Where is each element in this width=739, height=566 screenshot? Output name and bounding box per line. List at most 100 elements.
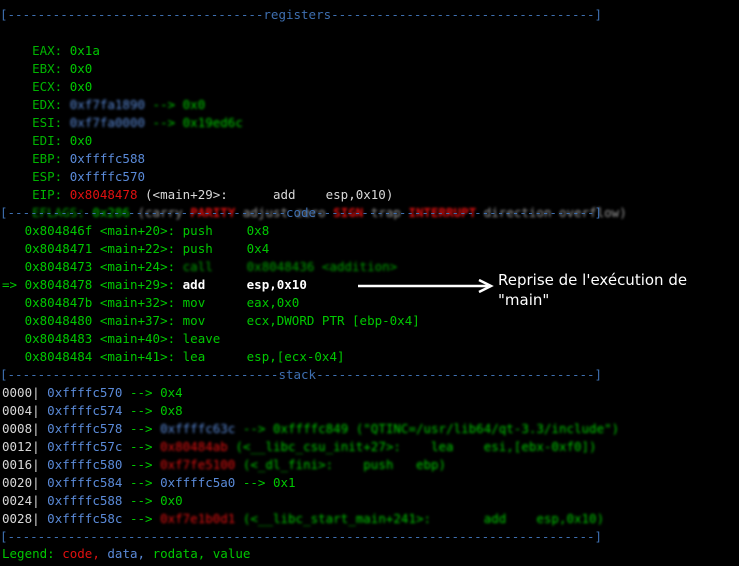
code-opcode: add [182, 277, 206, 292]
stack-arrow: --> [129, 457, 153, 472]
legend-value: value [212, 546, 251, 561]
code-operands: eax,0x0 [246, 295, 300, 310]
stack-detail: --> 0x1 [242, 475, 296, 490]
code-operands: esp,0x10 [246, 277, 307, 292]
code-row: 0x804847b <main+32>: mov eax,0x0 [2, 294, 300, 312]
register-row-esi: ESI: 0xf7fa0000 --> 0x19ed6c [2, 96, 243, 130]
code-opcode: call [182, 259, 213, 274]
current-marker [2, 295, 17, 310]
code-address: 0x8048480 [24, 313, 93, 328]
legend-rodata: rodata, [152, 546, 206, 561]
stack-arrow: --> [129, 493, 153, 508]
code-symbol: <main+41>: [99, 349, 176, 364]
eflags-row: EFLAGS: 0x286 (carry PARITY adjust zero … [2, 186, 627, 220]
stack-arrow: --> [129, 403, 153, 418]
register-row-eip: EIP: 0x8048478 (<main+29>: add esp,0x10) [2, 168, 393, 202]
annotation-line: "main" [498, 291, 550, 309]
stack-offset: 0028| [2, 511, 40, 526]
stack-value: 0xf7e1b0d1 [160, 511, 236, 526]
code-opcode: leave [182, 331, 221, 346]
legend-label: Legend: [2, 546, 55, 561]
stack-value: 0x4 [160, 385, 183, 400]
stack-row: 0016| 0xffffc580 --> 0xf7fe5100 (<_dl_fi… [2, 456, 446, 474]
code-symbol: <main+32>: [99, 295, 176, 310]
current-marker [2, 259, 17, 274]
stack-row: 0000| 0xffffc570 --> 0x4 [2, 384, 183, 402]
stack-row: 0008| 0xffffc578 --> 0xffffc63c --> 0xff… [2, 420, 619, 438]
register-pointer: --> 0x19ed6c [152, 115, 243, 130]
code-row: 0x8048471 <main+22>: push 0x4 [2, 240, 270, 258]
stack-value: 0xffffc5a0 [160, 475, 236, 490]
stack-address: 0xffffc57c [47, 439, 123, 454]
stack-address: 0xffffc570 [47, 385, 123, 400]
legend-code: code, [62, 546, 100, 561]
code-operands: 0x8048436 <addition> [246, 259, 398, 274]
stack-separator: [------------------------------------sta… [0, 367, 603, 382]
code-address: 0x8048478 [24, 277, 93, 292]
code-separator: [-------------------------------------co… [0, 205, 603, 220]
code-row: 0x8048483 <main+40>: leave [2, 330, 247, 348]
stack-offset: 0016| [2, 457, 40, 472]
stack-value: 0x8 [160, 403, 183, 418]
stack-offset: 0024| [2, 493, 40, 508]
stack-value: 0xf7fe5100 [160, 457, 236, 472]
stack-arrow: --> [129, 421, 153, 436]
register-row-edx: EDX: 0xf7fa1890 --> 0x0 [2, 78, 205, 112]
stack-address: 0xffffc578 [47, 421, 123, 436]
code-symbol: <main+37>: [99, 313, 176, 328]
register-row-esp: ESP: 0xffffc570 [2, 150, 145, 184]
right-arrow-icon [358, 279, 494, 293]
code-row-current: => 0x8048478 <main+29>: add esp,0x10 [2, 276, 307, 294]
stack-value: 0x80484ab [160, 439, 228, 454]
code-opcode: push [182, 223, 213, 238]
current-marker [2, 241, 17, 256]
stack-offset: 0000| [2, 385, 40, 400]
stack-value: 0x0 [160, 493, 183, 508]
code-symbol: <main+29>: [99, 277, 176, 292]
stack-arrow: --> [129, 511, 153, 526]
code-operands: esp,[ecx-0x4] [246, 349, 345, 364]
registers-separator: [----------------------------------regis… [0, 7, 603, 22]
stack-arrow: --> [129, 475, 153, 490]
current-marker [2, 349, 17, 364]
register-row-ebp: EBP: 0xffffc588 [2, 132, 145, 166]
stack-address: 0xffffc584 [47, 475, 123, 490]
code-address: 0x8048483 [24, 331, 93, 346]
stack-address: 0xffffc588 [47, 493, 123, 508]
register-row-edi: EDI: 0x0 [2, 114, 92, 148]
stack-offset: 0012| [2, 439, 40, 454]
stack-detail: (<__libc_csu_init+27>: lea esi,[ebx-0xf0… [235, 439, 597, 454]
code-address: 0x8048484 [24, 349, 93, 364]
code-address: 0x8048473 [24, 259, 93, 274]
annotation-note: Reprise de l'exécution de "main" [498, 270, 734, 310]
code-row: 0x804846f <main+20>: push 0x8 [2, 222, 270, 240]
code-address: 0x8048471 [24, 241, 93, 256]
code-symbol: <main+40>: [99, 331, 176, 346]
code-opcode: mov [182, 295, 206, 310]
stack-value: 0xffffc63c [160, 421, 236, 436]
code-row: 0x8048480 <main+37>: mov ecx,DWORD PTR [e… [2, 312, 420, 330]
register-row-ebx: EBX: 0x0 [2, 42, 92, 76]
code-symbol: <main+20>: [99, 223, 176, 238]
stack-offset: 0020| [2, 475, 40, 490]
stack-address: 0xffffc574 [47, 403, 123, 418]
stack-row: 0012| 0xffffc57c --> 0x80484ab (<__libc_… [2, 438, 597, 456]
gdb-terminal: [----------------------------------regis… [0, 0, 739, 566]
code-address: 0x804847b [24, 295, 93, 310]
stack-detail: --> 0xffffc849 ("QTINC=/usr/lib64/qt-3.3… [242, 421, 620, 436]
stack-detail: (<__libc_start_main+241>: add esp,0x10) [242, 511, 605, 526]
code-row: 0x8048473 <main+24>: call 0x8048436 <addi… [2, 258, 398, 276]
stack-row: 0024| 0xffffc588 --> 0x0 [2, 492, 183, 510]
stack-address: 0xffffc580 [47, 457, 123, 472]
stack-arrow: --> [129, 385, 153, 400]
stack-row: 0020| 0xffffc584 --> 0xffffc5a0 --> 0x1 [2, 474, 296, 492]
code-row: 0x8048484 <main+41>: lea esp,[ecx-0x4] [2, 348, 345, 366]
current-marker: => [2, 277, 18, 292]
stack-address: 0xffffc58c [47, 511, 123, 526]
code-operands: 0x8 [246, 223, 270, 238]
code-opcode: lea [182, 349, 206, 364]
current-marker [2, 331, 17, 346]
legend: Legend: code, data, rodata, value [2, 545, 250, 563]
code-symbol: <main+24>: [99, 259, 176, 274]
stack-row: 0004| 0xffffc574 --> 0x8 [2, 402, 183, 420]
